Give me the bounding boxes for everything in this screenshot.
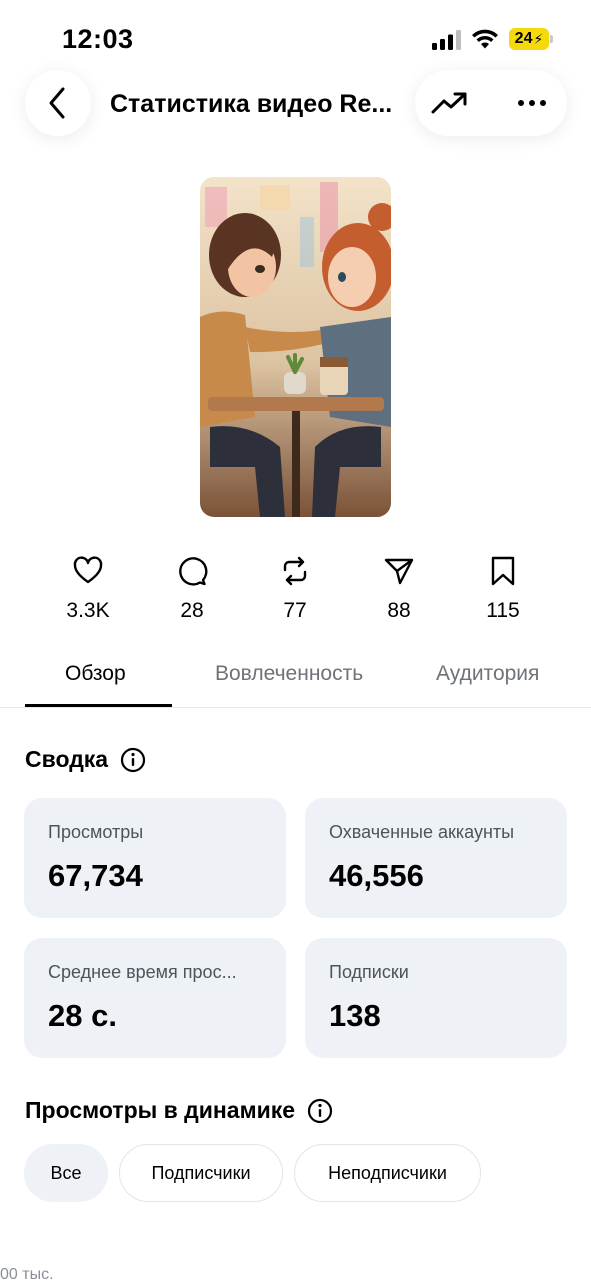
send-icon bbox=[384, 558, 414, 585]
trend-up-icon bbox=[431, 92, 467, 114]
avg-watch-time-value: 28 с. bbox=[48, 998, 117, 1033]
views-card[interactable]: Просмотры 67,734 bbox=[24, 798, 286, 918]
filter-chip-followers[interactable]: Подписчики bbox=[119, 1144, 283, 1202]
status-bar: 12:03 24 ⚡ bbox=[0, 0, 591, 80]
summary-title: Сводка bbox=[25, 746, 109, 772]
saves-count: 115 bbox=[486, 599, 520, 622]
battery-indicator: 24 ⚡ bbox=[509, 28, 549, 50]
wifi-icon bbox=[472, 29, 498, 49]
more-horizontal-icon bbox=[518, 100, 546, 106]
trend-button[interactable] bbox=[429, 83, 471, 123]
reached-accounts-label: Охваченные аккаунты bbox=[329, 822, 515, 842]
tab-engagement[interactable]: Вовлеченность bbox=[215, 662, 363, 686]
page-title: Статистика видео Re... bbox=[110, 90, 393, 118]
heart-icon bbox=[73, 556, 103, 584]
bookmark-icon bbox=[491, 556, 515, 586]
filter-chip-all[interactable]: Все bbox=[24, 1144, 108, 1202]
battery-tip bbox=[550, 35, 553, 43]
battery-level: 24 bbox=[514, 30, 533, 47]
comments-count: 28 bbox=[180, 599, 204, 622]
reached-accounts-value: 46,556 bbox=[329, 858, 424, 893]
back-button[interactable] bbox=[25, 70, 91, 136]
header: Статистика видео Re... bbox=[0, 70, 591, 140]
info-icon[interactable] bbox=[307, 1098, 333, 1124]
follows-value: 138 bbox=[329, 998, 381, 1033]
comments-stat: 28 bbox=[147, 555, 237, 623]
avg-watch-time-card[interactable]: Среднее время прос... 28 с. bbox=[24, 938, 286, 1058]
more-button[interactable] bbox=[511, 83, 553, 123]
follows-card[interactable]: Подписки 138 bbox=[305, 938, 567, 1058]
tab-audience[interactable]: Аудитория bbox=[436, 662, 539, 686]
summary-heading: Сводка bbox=[25, 746, 146, 773]
video-thumbnail[interactable] bbox=[200, 177, 391, 517]
reposts-count: 77 bbox=[283, 599, 307, 622]
shares-count: 88 bbox=[387, 599, 411, 622]
views-dynamics-title: Просмотры в динамике bbox=[25, 1097, 296, 1123]
video-thumbnail-image bbox=[200, 177, 391, 517]
likes-count: 3.3K bbox=[66, 599, 110, 622]
info-icon[interactable] bbox=[120, 747, 146, 773]
chevron-left-icon bbox=[49, 87, 65, 119]
cellular-signal-icon bbox=[432, 30, 461, 50]
active-tab-indicator bbox=[25, 704, 172, 707]
chart-axis-label-cutoff: 00 тыс. bbox=[0, 1266, 54, 1280]
filter-chip-non-followers[interactable]: Неподписчики bbox=[294, 1144, 481, 1202]
tab-bar: Обзор Вовлеченность Аудитория bbox=[0, 650, 591, 708]
likes-stat: 3.3K bbox=[43, 555, 133, 623]
shares-stat: 88 bbox=[354, 555, 444, 623]
views-dynamics-heading: Просмотры в динамике bbox=[25, 1097, 333, 1124]
engagement-stats: 3.3K 28 77 88 115 bbox=[0, 555, 591, 630]
saves-stat: 115 bbox=[458, 555, 548, 623]
reposts-stat: 77 bbox=[250, 555, 340, 623]
reached-accounts-card[interactable]: Охваченные аккаунты 46,556 bbox=[305, 798, 567, 918]
views-label: Просмотры bbox=[48, 822, 144, 842]
header-actions bbox=[415, 70, 567, 136]
comment-icon bbox=[179, 557, 208, 586]
follows-label: Подписки bbox=[329, 962, 409, 982]
charging-bolt-icon: ⚡ bbox=[533, 30, 544, 47]
avg-watch-time-label: Среднее время прос... bbox=[48, 962, 237, 982]
repost-icon bbox=[283, 556, 307, 586]
status-time: 12:03 bbox=[62, 24, 134, 54]
tab-overview[interactable]: Обзор bbox=[65, 662, 126, 686]
views-value: 67,734 bbox=[48, 858, 143, 893]
